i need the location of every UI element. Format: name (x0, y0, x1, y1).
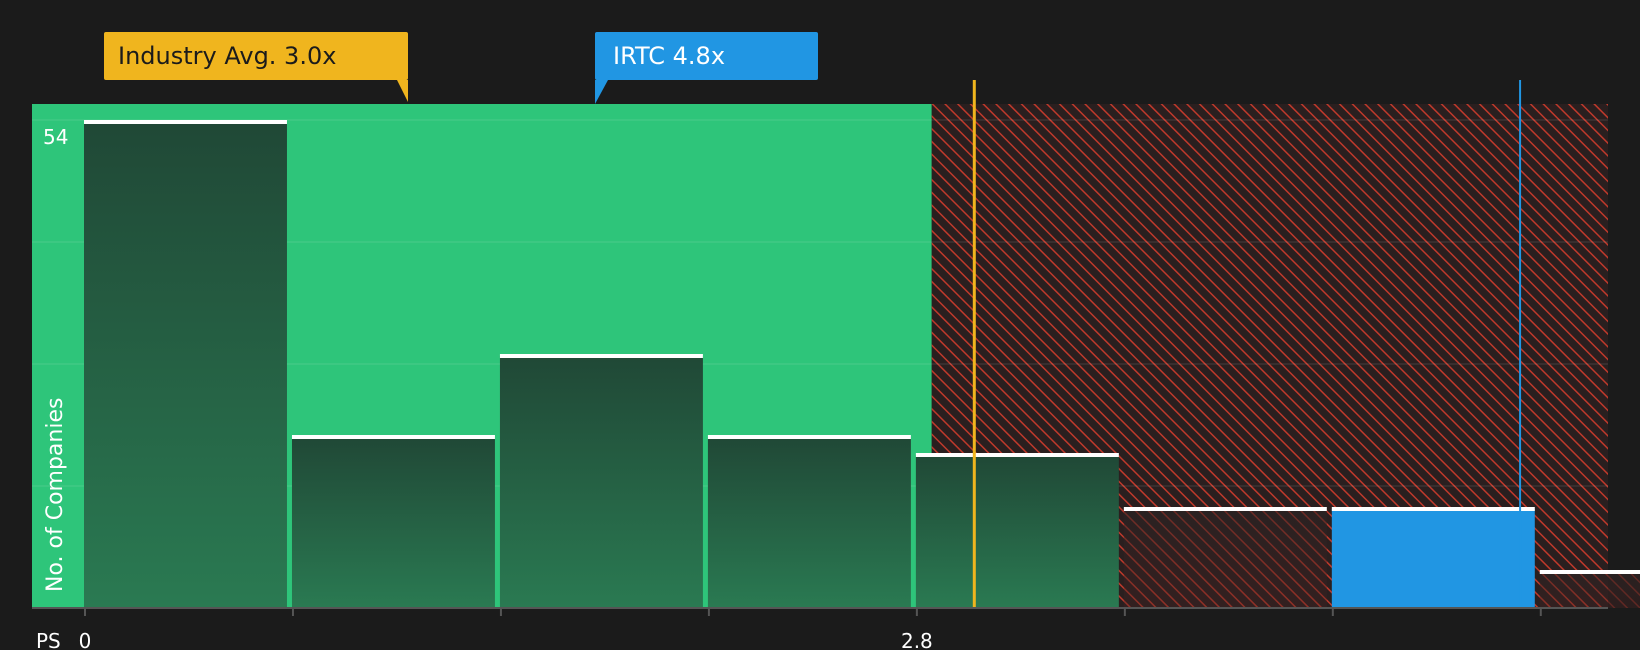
tick-label: 2.8 (901, 629, 933, 650)
bar-hatch (1123, 509, 1327, 608)
bar-cap (915, 453, 1119, 457)
bar-cap (707, 435, 911, 439)
histogram-bar (84, 122, 287, 608)
industry-avg-pointer (397, 80, 408, 102)
bar-cap (499, 354, 703, 358)
company-label: IRTC 4.8x (595, 32, 818, 104)
company-pointer (595, 80, 608, 104)
x-ticks: 02.85.68.411.214+ (79, 608, 1542, 650)
bar-cap (84, 120, 287, 124)
bar-cap (1123, 507, 1327, 511)
y-max-label: 54 (43, 125, 68, 149)
bar-cap (1539, 570, 1640, 574)
bar-cap (291, 435, 495, 439)
y-axis-label: No. of Companies (43, 398, 68, 592)
company-text: IRTC 4.8x (613, 42, 726, 70)
histogram-bar (915, 455, 1119, 608)
ps-histogram-chart: 02.85.68.411.214+ PS No. of Companies 54 (32, 80, 1640, 650)
bar-hatch (1539, 572, 1640, 608)
industry-avg-text: Industry Avg. 3.0x (118, 42, 337, 70)
x-axis-label: PS (36, 629, 61, 650)
bar-cap (1331, 507, 1535, 511)
histogram-bar (1331, 509, 1535, 608)
histogram-bar (707, 437, 911, 608)
histogram-bar (499, 356, 703, 608)
tick-label: 0 (79, 629, 92, 650)
histogram-bar (291, 437, 495, 608)
industry-avg-label: Industry Avg. 3.0x (104, 32, 408, 102)
